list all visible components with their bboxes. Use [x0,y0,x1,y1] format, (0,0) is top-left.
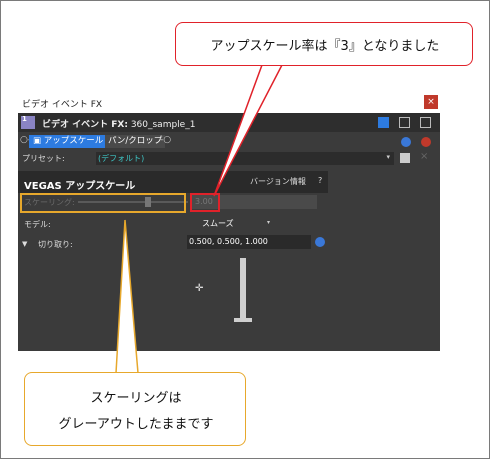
stand-base [234,318,252,322]
scaling-row-highlight [20,193,186,213]
chain-connector-right: -○ [160,135,172,145]
crop-value: 0.500, 0.500, 1.000 [189,237,268,246]
plugin-add-icon[interactable] [401,137,411,147]
preset-label: プリセット: [22,154,65,163]
crop-expand-toggle[interactable]: ▼ [22,240,27,248]
chevron-down-icon: ▾ [266,219,270,226]
close-button[interactable]: × [424,95,438,109]
crop-label: 切り取り: [38,240,73,249]
top-callout: アップスケール率は『3』となりました [175,22,473,66]
thumbnail-icon: 1 [21,115,35,129]
fx-header-title: ビデオ イベント FX: 360_sample_1 [42,117,195,130]
preset-row: プリセット: (デフォルト) ▾ × [18,151,440,166]
fx-header: 1 ビデオ イベント FX: 360_sample_1 [18,113,440,132]
crosshair-icon[interactable]: ✛ [195,283,203,294]
plugin-chain: ○- ▣ アップスケール パン/クロップ -○ [18,133,440,149]
save-icon[interactable] [400,153,410,163]
model-label: モデル: [24,220,51,229]
stand-icon [240,258,246,318]
crop-input[interactable]: 0.500, 0.500, 1.000 [187,235,311,249]
model-select[interactable]: スムーズ ▾ [200,216,272,230]
thumbnail-number: 1 [22,115,27,123]
window-body: 1 ビデオ イベント FX: 360_sample_1 ○- ▣ アップスケール… [18,113,440,351]
chain-item-upscale[interactable]: ▣ アップスケール [29,135,108,148]
bottom-callout-line2: グレーアウトしたままです [58,417,214,432]
model-value: スムーズ [202,219,234,228]
fx-header-label: ビデオ イベント FX: [42,120,128,130]
plugin-remove-icon[interactable] [421,137,431,147]
bottom-callout-line1: スケーリングは [90,391,182,406]
scaling-value-highlight [190,193,220,212]
delete-icon[interactable]: × [420,151,428,162]
layout-split-icon[interactable] [399,117,410,128]
bottom-callout: スケーリングは グレーアウトしたままです [24,372,246,446]
layout-grid-icon[interactable] [420,117,431,128]
help-button[interactable]: ? [318,176,322,185]
chain-item-pan-crop[interactable]: パン/クロップ [105,135,166,148]
top-callout-text: アップスケール率は『3』となりました [210,39,440,54]
window-titlebar: ビデオ イベント FX [18,93,440,113]
layout-single-icon[interactable] [378,117,389,128]
plugin-header: VEGAS アップスケール バージョン情報 ? [18,171,328,193]
version-info-button[interactable]: バージョン情報 [250,176,306,187]
fx-header-clip: 360_sample_1 [127,120,196,130]
plugin-title: VEGAS アップスケール [24,181,136,192]
preset-select[interactable]: (デフォルト) ▾ [96,152,394,165]
chevron-down-icon: ▾ [386,153,390,161]
window-title: ビデオ イベント FX [22,100,103,110]
crop-options-icon[interactable] [315,237,325,247]
preset-value: (デフォルト) [98,154,145,163]
